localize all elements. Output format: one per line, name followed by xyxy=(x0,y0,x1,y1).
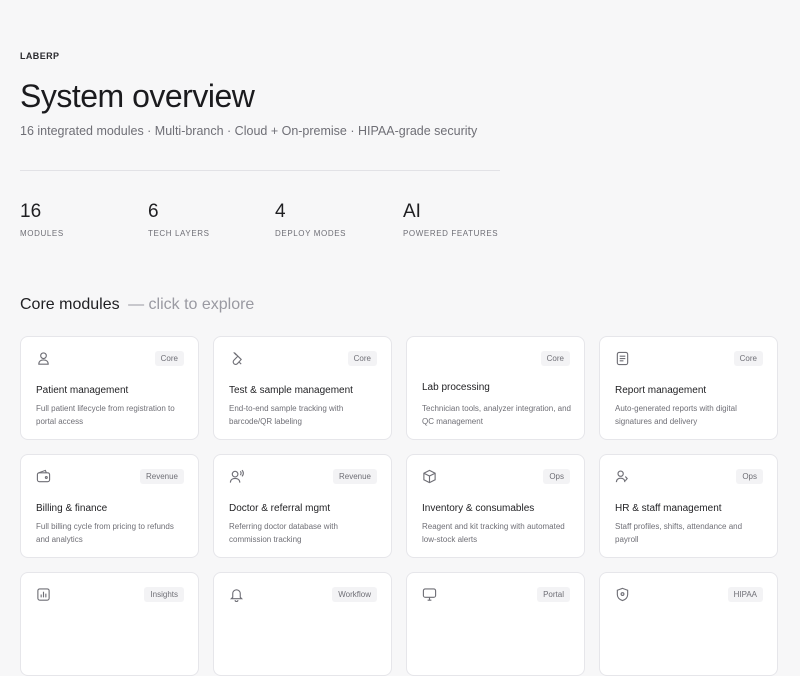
module-title: Billing & finance xyxy=(36,503,108,514)
module-badge: Revenue xyxy=(332,469,377,484)
stat-label: TECH LAYERS xyxy=(148,229,210,238)
module-card-hr-staff[interactable]: Ops HR & staff management Staff profiles… xyxy=(599,454,778,558)
module-card-inventory[interactable]: Ops Inventory & consumables Reagent and … xyxy=(406,454,585,558)
section-heading: Core modules xyxy=(20,296,120,313)
module-card-insights[interactable]: Insights xyxy=(20,572,199,676)
report-icon xyxy=(615,351,630,366)
module-title: Test & sample management xyxy=(229,385,353,396)
stat-modules: 16 MODULES xyxy=(20,201,140,238)
module-description: Technician tools, analyzer integration, … xyxy=(422,404,571,426)
module-title: Report management xyxy=(615,385,707,396)
module-card-patient-management[interactable]: Core Patient management Full patient lif… xyxy=(20,336,199,440)
stat-tech-layers: 6 TECH LAYERS xyxy=(148,201,268,238)
module-description: Staff profiles, shifts, attendance and p… xyxy=(615,522,743,544)
module-card-billing-finance[interactable]: Revenue Billing & finance Full billing c… xyxy=(20,454,199,558)
module-badge: Ops xyxy=(736,469,763,484)
module-badge: Core xyxy=(733,351,763,366)
module-description: Full patient lifecycle from registration… xyxy=(36,404,175,426)
section-hint: — click to explore xyxy=(128,296,255,313)
module-title: Inventory & consumables xyxy=(422,503,535,514)
page-title: System overview xyxy=(20,78,255,114)
stat-value: 4 xyxy=(275,201,286,222)
module-card-test-sample[interactable]: Core Test & sample management End-to-end… xyxy=(213,336,392,440)
module-card-portal[interactable]: Portal xyxy=(406,572,585,676)
stat-value: AI xyxy=(403,201,421,222)
module-card-lab-processing[interactable]: Core Lab processing Technician tools, an… xyxy=(406,336,585,440)
module-title: Doctor & referral mgmt xyxy=(229,503,331,514)
module-badge: Revenue xyxy=(139,469,184,484)
stat-value: 6 xyxy=(148,201,159,222)
stat-ai-features: AI POWERED FEATURES xyxy=(403,201,523,238)
module-description: End-to-end sample tracking with barcode/… xyxy=(229,404,344,426)
module-title: HR & staff management xyxy=(615,503,722,514)
doctor-icon xyxy=(229,469,244,484)
section-title: Core modules — click to explore xyxy=(20,296,254,314)
divider xyxy=(20,170,500,171)
test-tube-icon xyxy=(229,351,244,366)
page-subtitle: 16 integrated modules · Multi-branch · C… xyxy=(20,124,478,138)
module-title: Patient management xyxy=(36,385,129,396)
stat-label: POWERED FEATURES xyxy=(403,229,499,238)
stat-deploy-modes: 4 DEPLOY MODES xyxy=(275,201,395,238)
stat-value: 16 xyxy=(20,201,42,222)
module-badge: Core xyxy=(347,351,377,366)
module-description: Full billing cycle from pricing to refun… xyxy=(36,522,174,544)
brand-label: LABERP xyxy=(20,51,60,61)
module-badge: Core xyxy=(540,351,570,366)
module-badge: Core xyxy=(154,351,184,366)
module-card-doctor-referral[interactable]: Revenue Doctor & referral mgmt Referring… xyxy=(213,454,392,558)
module-badge: Ops xyxy=(543,469,570,484)
module-card-report-management[interactable]: Core Report management Auto-generated re… xyxy=(599,336,778,440)
stat-label: DEPLOY MODES xyxy=(275,229,347,238)
module-title: Lab processing xyxy=(422,382,490,393)
module-card-hipaa[interactable]: HIPAA xyxy=(599,572,778,676)
module-description: Auto-generated reports with digital sign… xyxy=(615,404,737,426)
users-icon xyxy=(615,469,630,484)
module-description: Reagent and kit tracking with automated … xyxy=(422,522,565,544)
wallet-icon xyxy=(36,469,51,484)
user-icon xyxy=(36,351,51,366)
package-icon xyxy=(422,469,437,484)
module-card-workflow[interactable]: Workflow xyxy=(213,572,392,676)
stat-label: MODULES xyxy=(20,229,64,238)
module-description: Referring doctor database with commissio… xyxy=(229,522,338,544)
